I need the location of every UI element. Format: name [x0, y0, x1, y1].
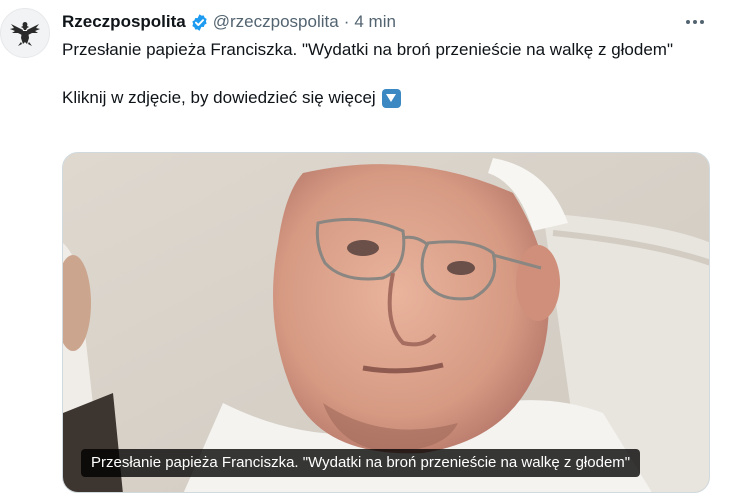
separator-dot: · [343, 12, 350, 31]
avatar[interactable] [0, 8, 50, 58]
more-options-button[interactable] [683, 10, 707, 34]
more-dot-icon [700, 20, 704, 24]
eagle-logo-icon [10, 22, 40, 46]
tweet-timestamp[interactable]: 4 min [354, 12, 396, 32]
author-name[interactable]: Rzeczpospolita [62, 12, 186, 32]
tweet-card[interactable]: Rzeczpospolita @rzeczpospolita · 4 min P… [0, 0, 753, 497]
tweet-cta-text: Kliknij w zdjęcie, by dowiedzieć się wię… [62, 88, 376, 107]
tweet-header: Rzeczpospolita @rzeczpospolita · 4 min [62, 10, 396, 34]
more-dot-icon [686, 20, 690, 24]
more-dot-icon [693, 20, 697, 24]
tweet-text: Przesłanie papieża Franciszka. "Wydatki … [62, 38, 702, 110]
tweet-media-image[interactable]: Przesłanie papieża Franciszka. "Wydatki … [62, 152, 710, 493]
tweet-cta: Kliknij w zdjęcie, by dowiedzieć się wię… [62, 86, 702, 110]
down-arrow-button-icon [381, 88, 401, 108]
author-handle[interactable]: @rzeczpospolita [213, 12, 339, 32]
verified-badge-icon[interactable] [190, 13, 209, 32]
pope-photo [63, 153, 709, 492]
media-caption: Przesłanie papieża Franciszka. "Wydatki … [81, 449, 641, 477]
tweet-title: Przesłanie papieża Franciszka. "Wydatki … [62, 40, 673, 59]
